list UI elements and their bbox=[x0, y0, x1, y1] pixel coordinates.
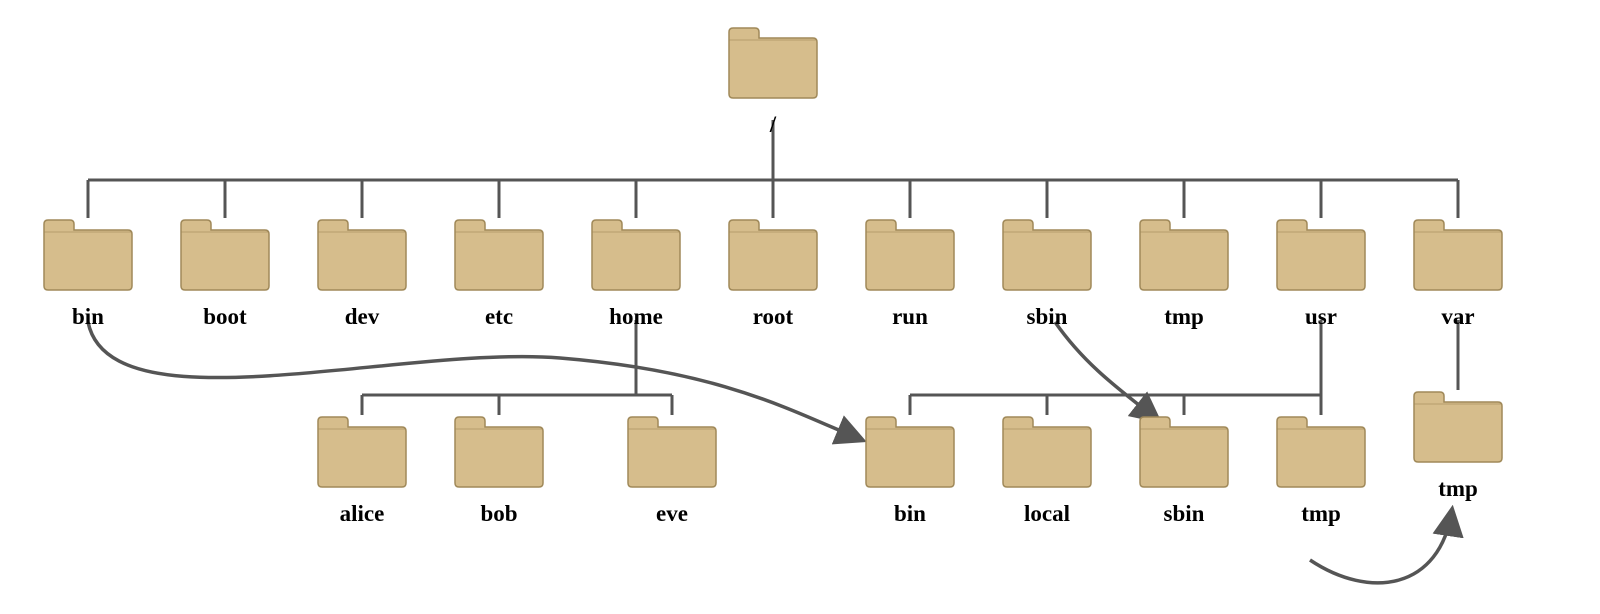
folder-icon bbox=[314, 415, 410, 490]
folder-sbin: sbin bbox=[999, 218, 1095, 330]
folder-label: dev bbox=[314, 304, 410, 330]
folder-label: bin bbox=[40, 304, 136, 330]
folder-label: home bbox=[588, 304, 684, 330]
folder-usr: usr bbox=[1273, 218, 1369, 330]
folder-run: run bbox=[862, 218, 958, 330]
folder-icon bbox=[40, 218, 136, 293]
folder-label: sbin bbox=[999, 304, 1095, 330]
folder-icon bbox=[862, 218, 958, 293]
folder-label: bob bbox=[451, 501, 547, 527]
folder-label: run bbox=[862, 304, 958, 330]
folder-dev: dev bbox=[314, 218, 410, 330]
folder-etc: etc bbox=[451, 218, 547, 330]
folder-bin: bin bbox=[40, 218, 136, 330]
folder-var: var bbox=[1410, 218, 1506, 330]
folder-icon bbox=[314, 218, 410, 293]
folder-label: sbin bbox=[1136, 501, 1232, 527]
folder-icon bbox=[1136, 218, 1232, 293]
folder-icon bbox=[725, 26, 821, 101]
folder-boot: boot bbox=[177, 218, 273, 330]
folder-home: home bbox=[588, 218, 684, 330]
folder-icon bbox=[1273, 218, 1369, 293]
folder-icon bbox=[451, 415, 547, 490]
folder-eve: eve bbox=[624, 415, 720, 527]
folder-label: bin bbox=[862, 501, 958, 527]
folder-usr-local: local bbox=[999, 415, 1095, 527]
folder-icon bbox=[588, 218, 684, 293]
folder-tmp: tmp bbox=[1136, 218, 1232, 330]
folder-label: etc bbox=[451, 304, 547, 330]
folder-icon bbox=[999, 218, 1095, 293]
folder-label: tmp bbox=[1136, 304, 1232, 330]
folder-bob: bob bbox=[451, 415, 547, 527]
folder-label: alice bbox=[314, 501, 410, 527]
folder-icon bbox=[725, 218, 821, 293]
folder-usr-sbin: sbin bbox=[1136, 415, 1232, 527]
folder-root-dir: root bbox=[725, 218, 821, 330]
folder-label-root: / bbox=[725, 112, 821, 138]
folder-icon bbox=[999, 415, 1095, 490]
folder-icon bbox=[862, 415, 958, 490]
folder-alice: alice bbox=[314, 415, 410, 527]
folder-label: tmp bbox=[1410, 476, 1506, 502]
folder-usr-bin: bin bbox=[862, 415, 958, 527]
folder-icon bbox=[177, 218, 273, 293]
folder-icon bbox=[1136, 415, 1232, 490]
folder-var-tmp: tmp bbox=[1410, 390, 1506, 502]
folder-label: boot bbox=[177, 304, 273, 330]
folder-icon bbox=[451, 218, 547, 293]
folder-icon bbox=[1410, 218, 1506, 293]
folder-label: eve bbox=[624, 501, 720, 527]
folder-usr-tmp: tmp bbox=[1273, 415, 1369, 527]
folder-root: / bbox=[725, 26, 821, 138]
folder-icon bbox=[1410, 390, 1506, 465]
folder-label: local bbox=[999, 501, 1095, 527]
folder-label: usr bbox=[1273, 304, 1369, 330]
folder-label: tmp bbox=[1273, 501, 1369, 527]
folder-icon bbox=[624, 415, 720, 490]
folder-label: root bbox=[725, 304, 821, 330]
folder-label: var bbox=[1410, 304, 1506, 330]
folder-icon bbox=[1273, 415, 1369, 490]
